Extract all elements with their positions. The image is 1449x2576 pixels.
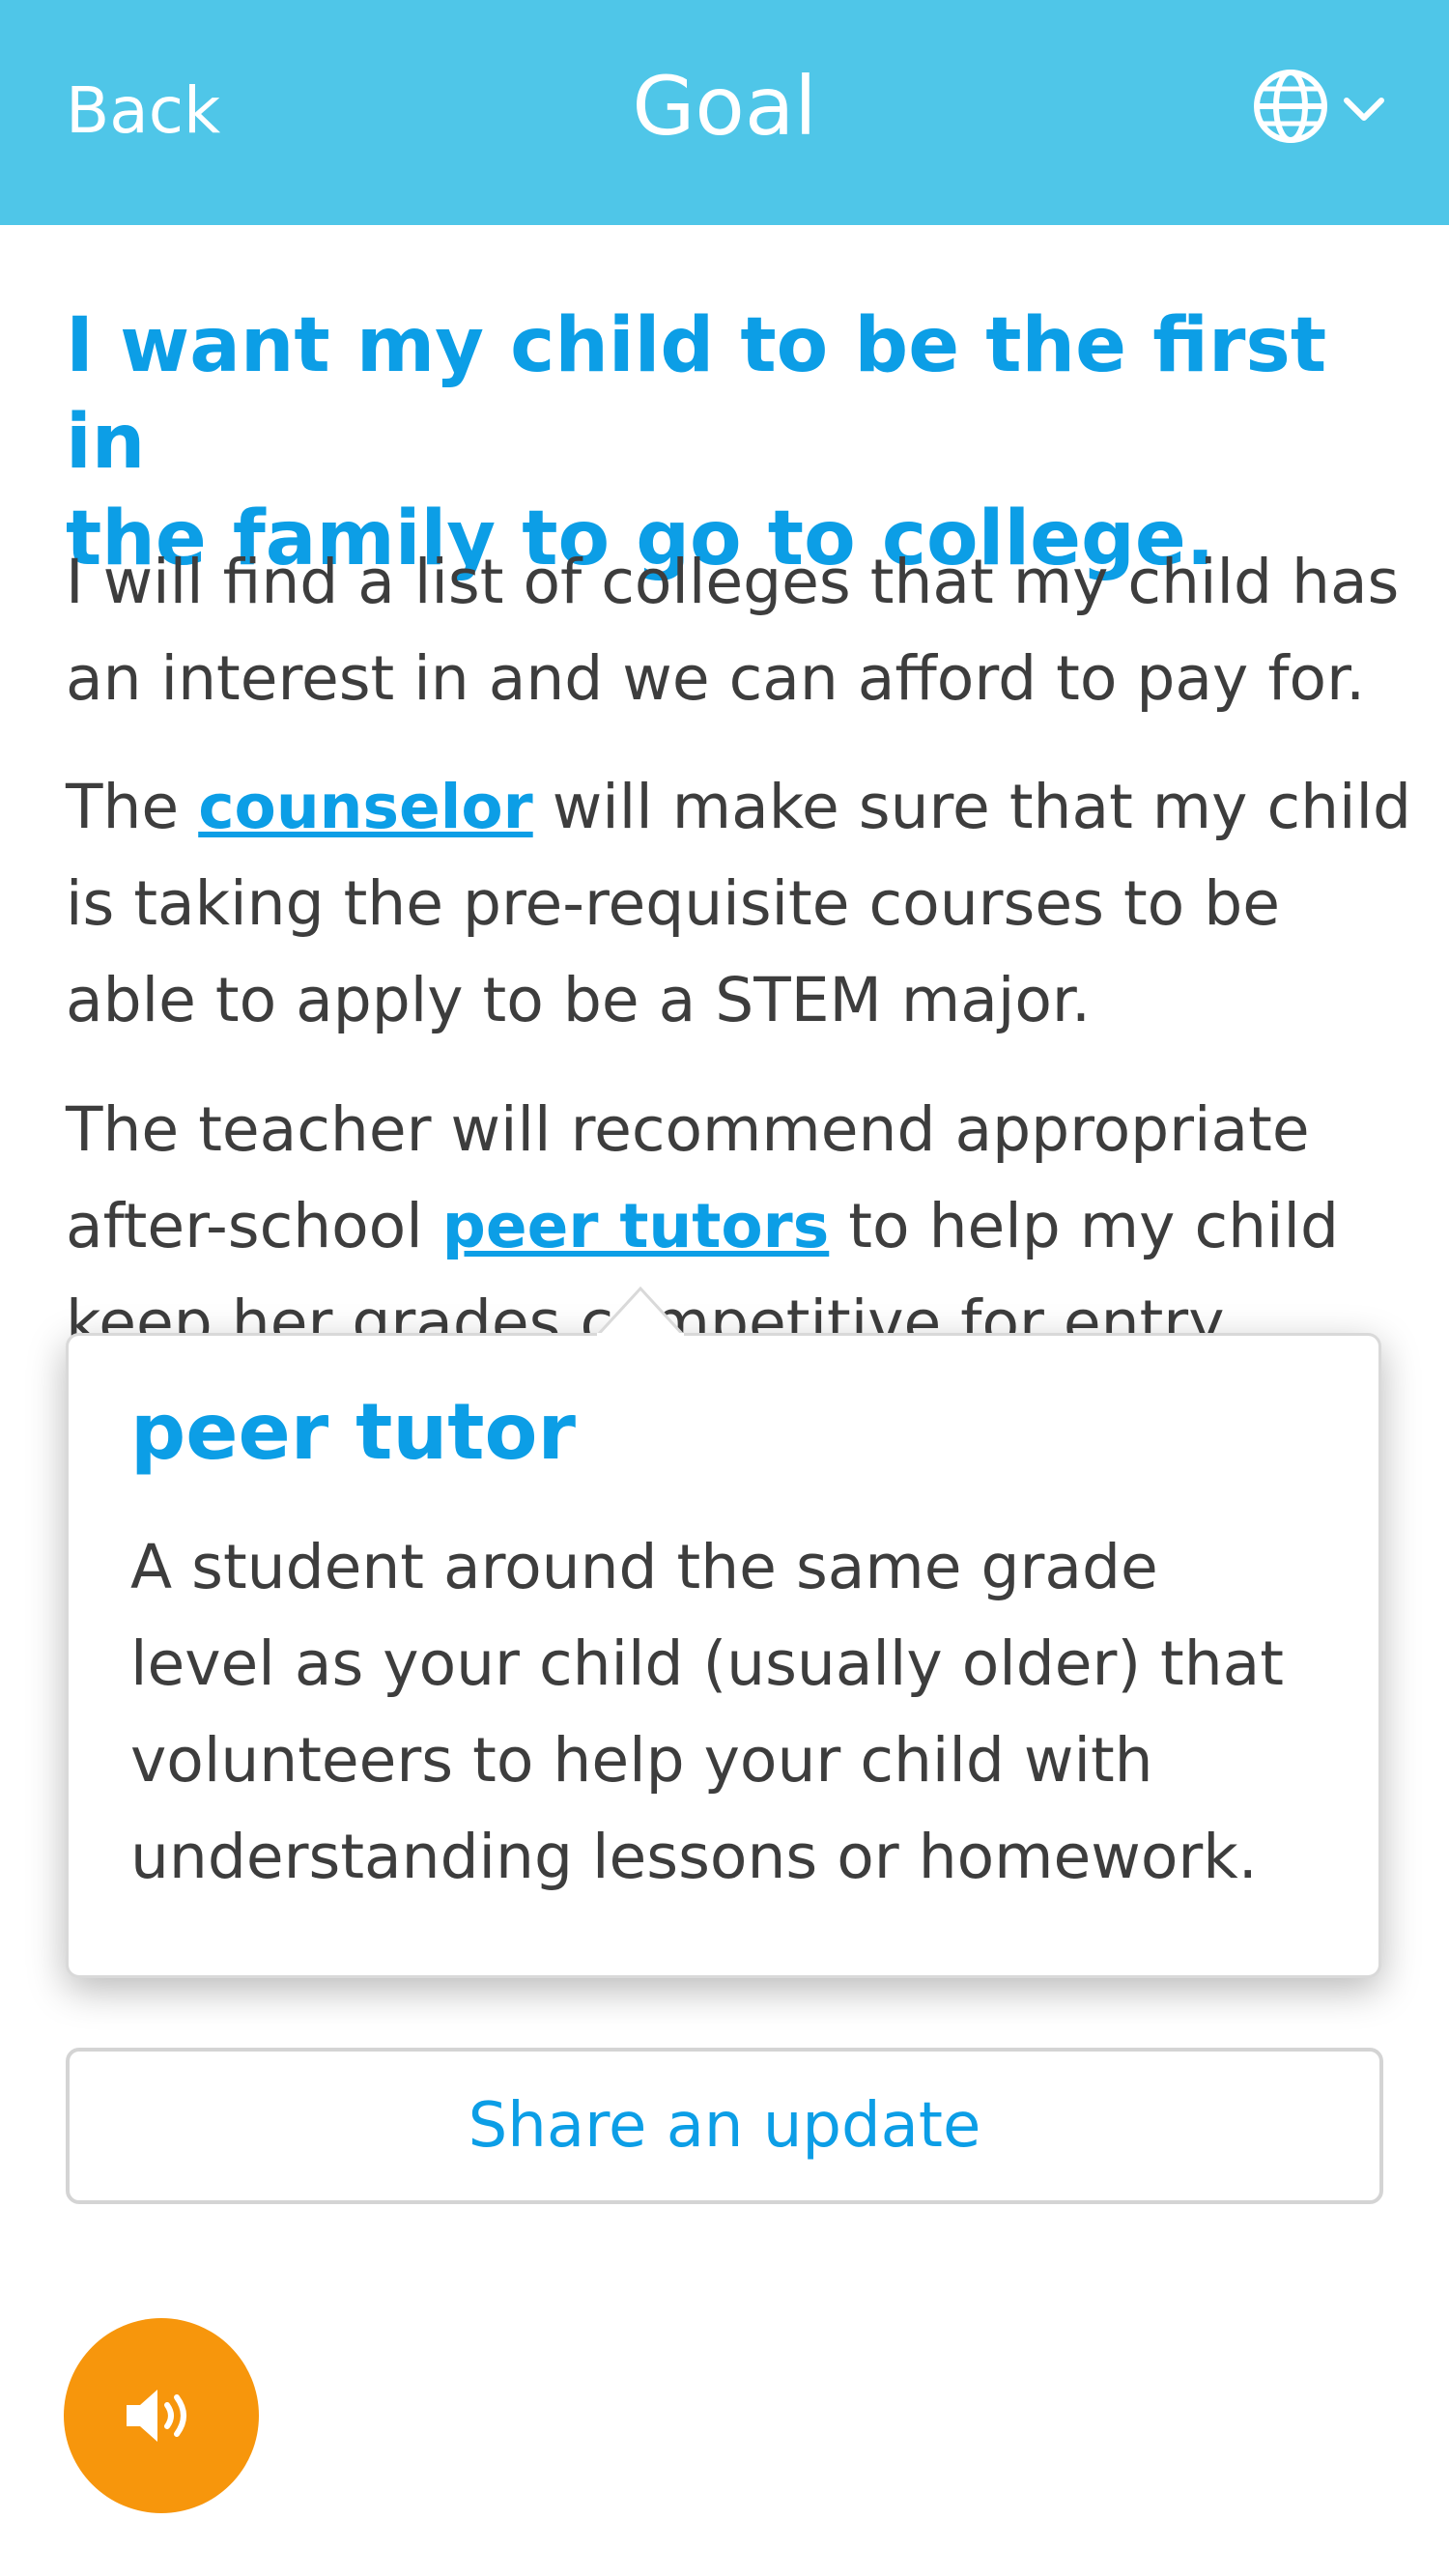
goal-paragraph-1: I will find a list of colleges that my c… [66, 534, 1418, 727]
paragraph-2-line-1-suffix: will make sure that my child [532, 772, 1412, 842]
paragraph-3-line-2-suffix: to help my child [829, 1191, 1340, 1261]
paragraph-3-line-2-prefix: after-school [66, 1191, 442, 1261]
definition-line-3: volunteers to help your child with [130, 1725, 1153, 1796]
goal-paragraph-3: The teacher will recommend appropriate a… [66, 1082, 1418, 1372]
definition-line-2: level as your child (usually older) that [130, 1628, 1284, 1699]
paragraph-3-line-1: The teacher will recommend appropriate [66, 1094, 1310, 1165]
audio-playback-button[interactable] [64, 2318, 259, 2513]
share-update-button[interactable]: Share an update [66, 2048, 1383, 2204]
speaker-icon [127, 2390, 186, 2442]
paragraph-1-line-2: an interest in and we can afford to pay … [66, 643, 1366, 714]
chevron-down-icon [1344, 98, 1384, 121]
glossary-popover: peer tutor A student around the same gra… [66, 1333, 1381, 1978]
goal-paragraph-2: The counselor will make sure that my chi… [66, 759, 1418, 1049]
paragraph-2-prefix: The [66, 772, 199, 842]
definition-line-4: understanding lessons or homework. [130, 1822, 1258, 1892]
counselor-glossary-link[interactable]: counselor [198, 772, 533, 842]
top-bar: Back Goal [0, 0, 1449, 225]
page-title: Goal [632, 59, 817, 154]
popover-definition: A student around the same grade level as… [130, 1519, 1338, 1906]
definition-line-1: A student around the same grade [130, 1532, 1158, 1602]
paragraph-1-line-1: I will find a list of colleges that my c… [66, 547, 1400, 617]
paragraph-2-line-2: is taking the pre-requisite courses to b… [66, 868, 1280, 939]
headline-line-1: I want my child to be the first in [66, 302, 1327, 486]
peer-tutors-glossary-link[interactable]: peer tutors [442, 1191, 830, 1261]
paragraph-2-line-3: able to apply to be a STEM major. [66, 965, 1092, 1035]
language-selector[interactable] [1252, 66, 1387, 147]
popover-term: peer tutor [130, 1387, 576, 1477]
globe-icon [1254, 70, 1327, 143]
